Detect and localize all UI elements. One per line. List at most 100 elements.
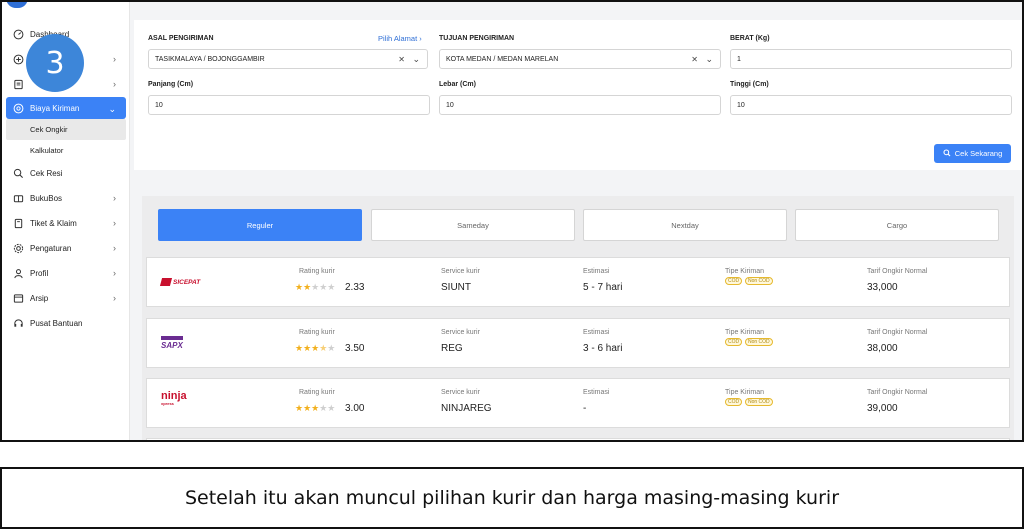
book-icon [12,193,24,205]
courier-results: Reguler Sameday Nextday Cargo SICEPAT Ra… [142,196,1014,440]
tab-nextday[interactable]: Nextday [583,209,787,241]
sidebar-item-pengaturan[interactable]: Pengaturan › [2,236,130,261]
service-label: Service kurir [441,389,480,396]
shipping-form: ASAL PENGIRIMAN Pilih Alamat › TASIKMALA… [134,20,1022,170]
sidebar-item-arsip[interactable]: Arsip › [2,286,130,311]
length-input[interactable]: 10 [148,95,430,115]
service-value: NINJAREG [441,403,492,414]
origin-value: TASIKMALAYA / BOJONGGAMBIR [155,55,265,63]
tariff-value: 39,000 [867,403,898,414]
chevron-down-icon[interactable]: ⌄ [412,54,420,65]
main-content: ASAL PENGIRIMAN Pilih Alamat › TASIKMALA… [132,2,1022,440]
service-label: Service kurir [441,329,480,336]
tab-reguler[interactable]: Reguler [158,209,362,241]
pilih-alamat-link[interactable]: Pilih Alamat › [378,34,422,43]
cek-sekarang-button[interactable]: Cek Sekarang [934,144,1011,163]
weight-input[interactable]: 1 [730,49,1012,69]
sidebar-item-label: BukuBos [30,194,63,203]
tariff-value: 38,000 [867,343,898,354]
origin-select[interactable]: TASIKMALAYA / BOJONGGAMBIR ✕ ⌄ [148,49,428,69]
cod-badge: COD [725,338,743,346]
rating-label: Rating kurir [299,389,335,396]
non-cod-badge: Non COD [745,277,773,285]
tab-sameday[interactable]: Sameday [371,209,575,241]
sidebar-subitem-kalkulator[interactable]: Kalkulator [2,140,130,161]
cod-badge: COD [725,277,743,285]
sidebar-item-label: Arsip [30,294,49,303]
shipping-cost-icon [12,102,24,114]
courier-row-partial [146,438,1010,440]
sidebar-item-bukubos[interactable]: BukuBos › [2,186,130,211]
courier-row-ninja[interactable]: ninja xpress Rating kurir ★★★★★ 3.00 Ser… [146,378,1010,428]
chevron-right-icon: › [113,79,116,89]
rating-stars: ★★★★★ [295,282,336,292]
origin-label: ASAL PENGIRIMAN [148,35,214,42]
destination-select[interactable]: KOTA MEDAN / MEDAN MARELAN ✕ ⌄ [439,49,721,69]
document-icon [12,79,24,91]
ninja-xpress-logo: ninja xpress [161,390,187,407]
chevron-right-icon: › [113,268,116,278]
rating-label: Rating kurir [299,268,335,275]
clear-icon[interactable]: ✕ [691,55,698,64]
dashboard-icon [12,29,24,41]
app-logo [6,2,116,8]
sidebar-item-cek-resi[interactable]: Cek Resi [2,161,130,186]
height-input[interactable]: 10 [730,95,1012,115]
instruction-caption: Setelah itu akan muncul pilihan kurir da… [0,467,1024,529]
chevron-down-icon[interactable]: ⌄ [705,54,713,65]
estimate-label: Estimasi [583,389,610,396]
width-label: Lebar (Cm) [439,81,476,88]
sidebar-subitem-cek-ongkir[interactable]: Cek Ongkir [6,119,126,140]
chevron-right-icon: › [113,218,116,228]
sidebar-item-label: Pengaturan [30,244,72,253]
tariff-label: Tarif Ongkir Normal [867,268,928,275]
rating-value: 3.50 [345,343,365,354]
length-label: Panjang (Cm) [148,81,194,88]
top-bar [132,2,1022,20]
ticket-icon [12,218,24,230]
headset-icon [12,318,24,330]
cek-sekarang-label: Cek Sekarang [954,149,1003,158]
step-number-badge: 3 [26,34,84,92]
estimate-value: 5 - 7 hari [583,282,623,293]
rating-label: Rating kurir [299,329,335,336]
chevron-right-icon: › [113,293,116,303]
tariff-label: Tarif Ongkir Normal [867,389,928,396]
non-cod-badge: Non COD [745,338,773,346]
sicepat-logo: SICEPAT [159,270,211,294]
sidebar-item-label: Biaya Kiriman [30,103,80,113]
tariff-label: Tarif Ongkir Normal [867,329,928,336]
courier-row-sapx[interactable]: SAPX Rating kurir ★★★★★ 3.50 Service kur… [146,318,1010,368]
destination-label: TUJUAN PENGIRIMAN [439,35,515,42]
width-input[interactable]: 10 [439,95,721,115]
sidebar-subitem-label: Cek Ongkir [30,125,68,134]
weight-label: BERAT (Kg) [730,35,770,42]
tariff-value: 33,000 [867,282,898,293]
non-cod-badge: Non COD [745,398,773,406]
sidebar-item-pusat-bantuan[interactable]: Pusat Bantuan [2,311,130,336]
service-label: Service kurir [441,268,480,275]
user-icon [12,268,24,280]
courier-row-sicepat[interactable]: SICEPAT Rating kurir ★★★★★ 2.33 Service … [146,257,1010,307]
sapx-logo: SAPX [161,331,211,355]
sidebar-item-biaya-kiriman[interactable]: Biaya Kiriman ⌄ [6,97,126,119]
clear-icon[interactable]: ✕ [398,55,405,64]
search-receipt-icon [12,168,24,180]
sidebar-item-label: Pusat Bantuan [30,319,83,328]
sidebar-item-profil[interactable]: Profil › [2,261,130,286]
service-value: SIUNT [441,282,471,293]
service-value: REG [441,343,463,354]
screenshot-frame: Dashboard › › Biaya Kiriman [0,0,1024,442]
caption-text: Setelah itu akan muncul pilihan kurir da… [184,487,839,509]
gear-icon [12,243,24,255]
archive-icon [12,293,24,305]
estimate-value: 3 - 6 hari [583,343,623,354]
type-label: Tipe Kiriman [725,389,765,396]
tab-cargo[interactable]: Cargo [795,209,999,241]
sidebar-item-label: Profil [30,269,49,278]
sidebar-subitem-label: Kalkulator [30,146,64,155]
sidebar-item-tiket-klaim[interactable]: Tiket & Klaim › [2,211,130,236]
sidebar-item-label: Cek Resi [30,169,63,178]
length-value: 10 [155,101,163,109]
estimate-value: - [583,403,587,414]
